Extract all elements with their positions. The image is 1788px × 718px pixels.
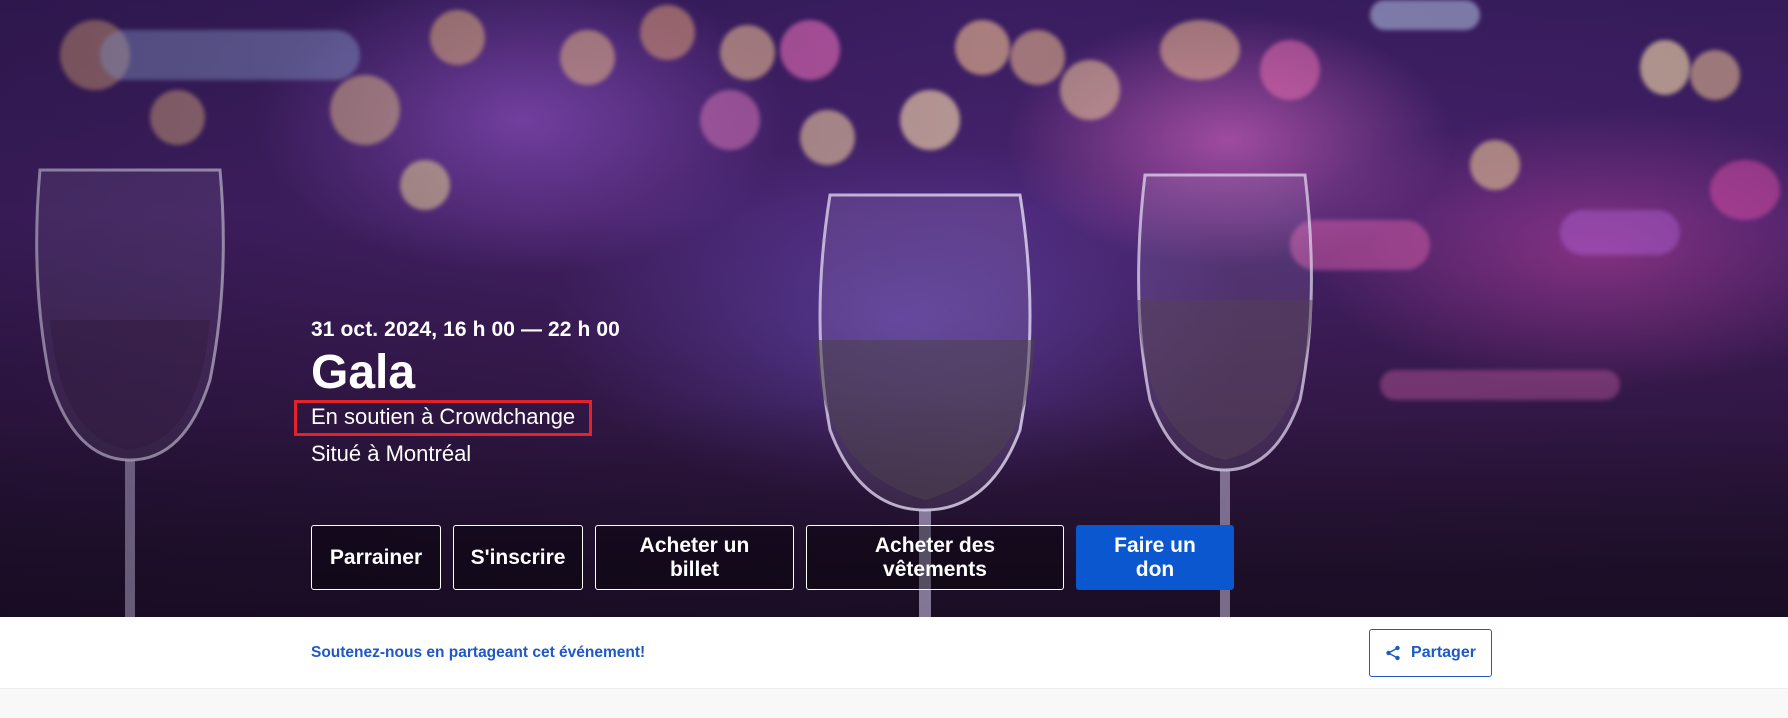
- event-actions: Parrainer S'inscrire Acheter un billet A…: [311, 525, 1234, 590]
- donate-button[interactable]: Faire un don: [1076, 525, 1234, 590]
- share-button-label: Partager: [1411, 644, 1476, 661]
- buy-clothing-button[interactable]: Acheter des vêtements: [806, 525, 1064, 590]
- share-prompt: Soutenez-nous en partageant cet événemen…: [311, 644, 646, 661]
- event-title: Gala: [311, 346, 416, 399]
- share-bar: Soutenez-nous en partageant cet événemen…: [0, 617, 1788, 689]
- event-header: 31 oct. 2024, 16 h 00 — 22 h 00 Gala En …: [294, 318, 620, 467]
- share-icon: [1386, 645, 1400, 661]
- share-button[interactable]: Partager: [1369, 629, 1492, 677]
- page-content-area: [0, 690, 1788, 718]
- sponsor-button[interactable]: Parrainer: [311, 525, 441, 590]
- register-button[interactable]: S'inscrire: [453, 525, 583, 590]
- hero-banner: 31 oct. 2024, 16 h 00 — 22 h 00 Gala En …: [0, 0, 1788, 617]
- buy-ticket-button[interactable]: Acheter un billet: [595, 525, 794, 590]
- event-date: 31 oct. 2024, 16 h 00 — 22 h 00: [311, 318, 620, 341]
- event-support-text: En soutien à Crowdchange: [294, 400, 593, 436]
- event-location: Situé à Montréal: [311, 441, 472, 466]
